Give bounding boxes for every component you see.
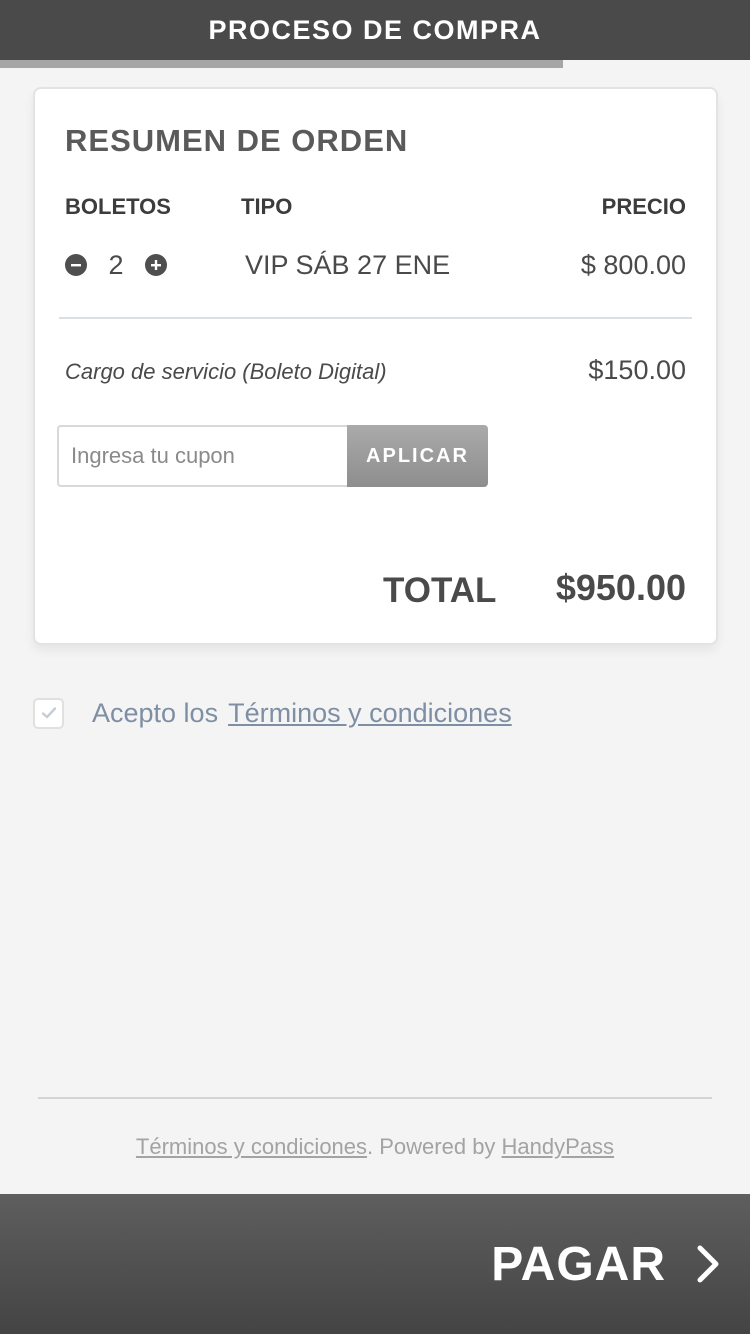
ticket-type: VIP SÁB 27 ENE xyxy=(245,250,451,280)
terms-link[interactable]: Términos y condiciones xyxy=(228,698,512,729)
pay-label: PAGAR xyxy=(491,1237,666,1291)
footer-terms-link[interactable]: Términos y condiciones xyxy=(136,1134,367,1159)
decrease-quantity-button[interactable] xyxy=(65,254,87,276)
total-label: TOTAL xyxy=(383,571,497,610)
terms-acceptance: Acepto los Términos y condiciones xyxy=(33,696,512,730)
footer: Términos y condiciones. Powered by Handy… xyxy=(0,1134,750,1160)
footer-powered-text: . Powered by xyxy=(367,1134,502,1159)
order-summary-card: RESUMEN DE ORDEN BOLETOS TIPO PRECIO 2 V… xyxy=(33,87,718,645)
ticket-price: $ 800.00 xyxy=(580,250,686,280)
terms-accept-text: Acepto los xyxy=(92,697,219,728)
quantity-stepper: 2 xyxy=(65,247,175,283)
progress-fill xyxy=(0,60,563,68)
service-fee-label: Cargo de servicio (Boleto Digital) xyxy=(65,359,387,384)
coupon-input[interactable] xyxy=(57,425,349,487)
header-title: PROCESO DE COMPRA xyxy=(208,14,542,45)
column-header-tipo: TIPO xyxy=(241,194,293,219)
increase-quantity-button[interactable] xyxy=(145,254,167,276)
column-header-boletos: BOLETOS xyxy=(65,194,171,219)
footer-divider xyxy=(38,1097,712,1099)
minus-icon xyxy=(71,264,81,267)
service-fee-value: $150.00 xyxy=(588,355,686,385)
total-value: $950.00 xyxy=(555,567,686,608)
checkmark-icon xyxy=(41,707,56,719)
order-summary-title: RESUMEN DE ORDEN xyxy=(65,123,409,158)
apply-coupon-button[interactable]: APLICAR xyxy=(347,425,488,487)
chevron-right-icon xyxy=(696,1244,720,1284)
quantity-value: 2 xyxy=(108,249,124,280)
pay-button[interactable]: PAGAR xyxy=(0,1194,750,1334)
terms-checkbox[interactable] xyxy=(33,697,64,729)
plus-icon xyxy=(151,260,161,270)
progress-bar xyxy=(0,60,750,68)
column-header-precio: PRECIO xyxy=(601,194,686,219)
app-header: PROCESO DE COMPRA xyxy=(0,0,750,60)
divider xyxy=(59,317,692,319)
footer-brand-link[interactable]: HandyPass xyxy=(502,1134,615,1159)
